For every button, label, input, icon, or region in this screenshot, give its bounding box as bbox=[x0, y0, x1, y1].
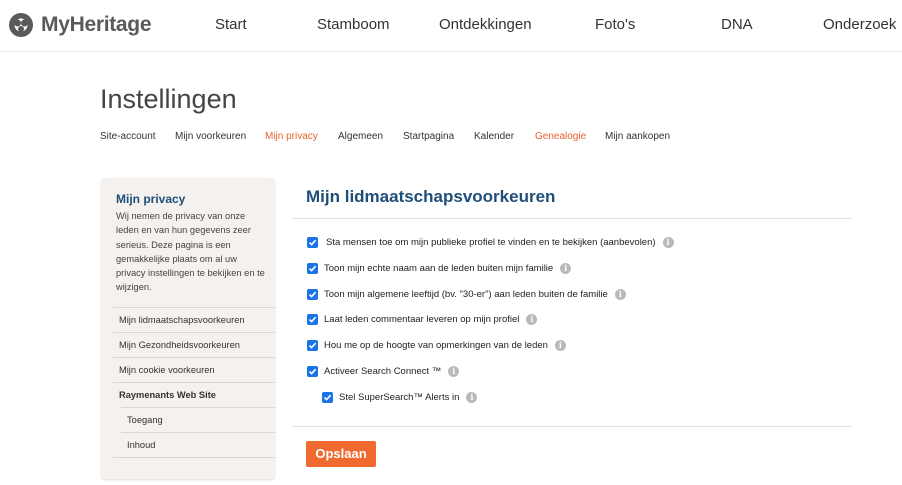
checkbox-checked[interactable] bbox=[307, 236, 318, 248]
brand-name: MyHeritage bbox=[41, 13, 152, 36]
nav-ontdekkingen[interactable]: Ontdekkingen bbox=[439, 16, 532, 33]
nav-start[interactable]: Start bbox=[215, 16, 247, 33]
option-label: Laat leden commentaar leveren op mijn pr… bbox=[324, 313, 520, 325]
save-button[interactable]: Opslaan bbox=[306, 441, 376, 467]
section-title: Mijn lidmaatschapsvoorkeuren bbox=[306, 187, 556, 206]
checkbox-checked[interactable] bbox=[307, 365, 318, 377]
option-general-age[interactable]: Toon mijn algemene leeftijd (bv. "30-er"… bbox=[307, 287, 626, 301]
sidebar-description: Wij nemen de privacy van onze leden en v… bbox=[116, 211, 265, 293]
checkbox-checked[interactable] bbox=[307, 313, 318, 325]
subnav-genealogie[interactable]: Genealogie bbox=[535, 131, 586, 142]
subnav-startpagina[interactable]: Startpagina bbox=[403, 131, 454, 142]
sidebar-item-gezondheidsvoorkeuren[interactable]: Mijn Gezondheidsvoorkeuren bbox=[113, 332, 275, 357]
sidebar-divider bbox=[113, 457, 275, 458]
sidebar-item-label: Toegang bbox=[127, 415, 163, 425]
subnav-kalender[interactable]: Kalender bbox=[474, 131, 514, 142]
info-icon[interactable]: i bbox=[526, 313, 538, 325]
myheritage-logo-icon bbox=[9, 13, 33, 37]
info-icon[interactable]: i bbox=[466, 391, 478, 403]
subnav-algemeen[interactable]: Algemeen bbox=[338, 131, 383, 142]
option-search-connect[interactable]: Activeer Search Connect ™ i bbox=[307, 364, 460, 378]
nav-dna[interactable]: DNA bbox=[721, 16, 753, 33]
info-icon[interactable]: i bbox=[448, 365, 460, 377]
nav-stamboom[interactable]: Stamboom bbox=[317, 16, 390, 33]
option-label: Sta mensen toe om mijn publieke profiel … bbox=[326, 236, 656, 248]
checkbox-checked[interactable] bbox=[307, 288, 318, 300]
sidebar-item-label: Raymenants Web Site bbox=[119, 390, 216, 400]
checkbox-checked[interactable] bbox=[322, 391, 333, 403]
option-label: Toon mijn echte naam aan de leden buiten… bbox=[324, 262, 554, 274]
brand-logo[interactable]: MyHeritage bbox=[8, 12, 152, 38]
subnav-mijn-aankopen[interactable]: Mijn aankopen bbox=[605, 131, 670, 142]
page-title: Instellingen bbox=[100, 84, 237, 114]
privacy-sidebar: Mijn privacy Wij nemen de privacy van on… bbox=[101, 178, 275, 479]
sidebar-item-toegang[interactable]: Toegang bbox=[121, 407, 275, 432]
option-public-profile[interactable]: Sta mensen toe om mijn publieke profiel … bbox=[307, 235, 674, 249]
option-real-name[interactable]: Toon mijn echte naam aan de leden buiten… bbox=[307, 261, 572, 275]
section-divider-top bbox=[292, 218, 852, 219]
info-icon[interactable]: i bbox=[554, 339, 566, 351]
info-icon[interactable]: i bbox=[662, 236, 674, 248]
checkbox-checked[interactable] bbox=[307, 339, 318, 351]
checkbox-checked[interactable] bbox=[307, 262, 318, 274]
top-navigation-bar: MyHeritage Start Stamboom Ontdekkingen F… bbox=[0, 0, 902, 52]
option-profile-comments[interactable]: Laat leden commentaar leveren op mijn pr… bbox=[307, 312, 538, 326]
sidebar-item-inhoud[interactable]: Inhoud bbox=[121, 432, 275, 457]
option-supersearch-alerts[interactable]: Stel SuperSearch™ Alerts in i bbox=[322, 390, 478, 404]
subnav-mijn-voorkeuren[interactable]: Mijn voorkeuren bbox=[175, 131, 246, 142]
sidebar-item-label: Mijn lidmaatschapsvoorkeuren bbox=[119, 315, 245, 325]
sidebar-item-label: Mijn Gezondheidsvoorkeuren bbox=[119, 340, 240, 350]
nav-fotos[interactable]: Foto's bbox=[595, 16, 635, 33]
sidebar-title: Mijn privacy bbox=[116, 192, 186, 206]
info-icon[interactable]: i bbox=[614, 288, 626, 300]
option-label: Hou me op de hoogte van opmerkingen van … bbox=[324, 339, 548, 351]
subnav-site-account[interactable]: Site-account bbox=[100, 131, 156, 142]
sidebar-item-lidmaatschapsvoorkeuren[interactable]: Mijn lidmaatschapsvoorkeuren bbox=[113, 307, 275, 332]
nav-onderzoek[interactable]: Onderzoek bbox=[823, 16, 896, 33]
subnav-mijn-privacy[interactable]: Mijn privacy bbox=[265, 131, 318, 142]
sidebar-item-label: Inhoud bbox=[127, 440, 156, 450]
info-icon[interactable]: i bbox=[560, 262, 572, 274]
option-comment-notifications[interactable]: Hou me op de hoogte van opmerkingen van … bbox=[307, 338, 566, 352]
option-label: Activeer Search Connect ™ bbox=[324, 365, 442, 377]
sidebar-item-cookie-voorkeuren[interactable]: Mijn cookie voorkeuren bbox=[113, 357, 275, 382]
option-label: Toon mijn algemene leeftijd (bv. "30-er"… bbox=[324, 288, 608, 300]
sidebar-item-label: Mijn cookie voorkeuren bbox=[119, 365, 215, 375]
sidebar-item-web-site[interactable]: Raymenants Web Site bbox=[113, 382, 275, 407]
option-label: Stel SuperSearch™ Alerts in bbox=[339, 391, 460, 403]
section-divider-bottom bbox=[292, 426, 852, 427]
